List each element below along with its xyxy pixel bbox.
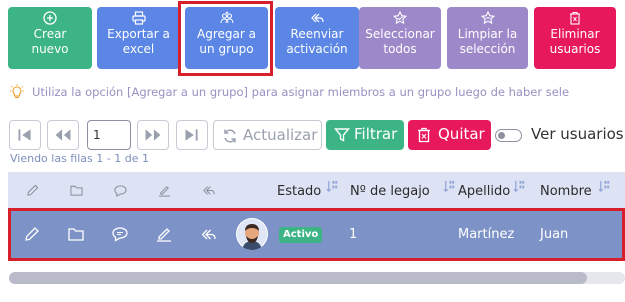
add-to-group-highlight: [178, 1, 273, 76]
hint-text: Utiliza la opción [Agregar a un grupo] p…: [32, 85, 570, 99]
trash-icon: [570, 11, 580, 25]
filter-icon: [334, 128, 350, 142]
sort-icon[interactable]: [443, 180, 456, 193]
trash-icon: [418, 127, 430, 143]
last-page-button[interactable]: [176, 120, 208, 150]
printer-icon: [131, 11, 146, 25]
toggle-knob: [498, 131, 505, 139]
show-users-toggle[interactable]: [495, 129, 522, 142]
delete-users-button[interactable]: Eliminar usuarios: [534, 7, 616, 69]
refresh-button[interactable]: Actualizar: [213, 120, 322, 150]
refresh-icon: [224, 129, 236, 143]
refresh-label: Actualizar: [243, 126, 318, 144]
delete-users-label: Eliminar usuarios: [549, 27, 601, 56]
filter-label: Filtrar: [354, 125, 398, 143]
folder-icon: [70, 185, 83, 196]
scrollbar-thumb[interactable]: [9, 272, 587, 284]
pencil-icon: [27, 184, 39, 196]
resend-activation-label: Reenviar activación: [286, 27, 348, 56]
plus-circle-icon: [43, 11, 57, 25]
lightbulb-icon: [10, 84, 24, 99]
first-page-icon: [18, 129, 31, 141]
select-all-button[interactable]: Seleccionar todos: [359, 7, 441, 69]
signature-icon: [158, 186, 171, 197]
create-new-button[interactable]: Crear nuevo: [8, 7, 92, 69]
reply-all-icon: [311, 13, 324, 23]
export-excel-label: Exportar a excel: [107, 27, 170, 56]
next-page-icon: [145, 129, 161, 141]
create-new-label: Crear nuevo: [31, 27, 69, 56]
table-header: Estado Nº de legajo Apellido Nombre: [8, 172, 625, 210]
filter-button[interactable]: Filtrar: [326, 120, 404, 150]
star-check-icon: [393, 11, 407, 25]
column-header-estado[interactable]: Estado: [277, 184, 321, 199]
star-minus-icon: [480, 11, 495, 25]
previous-page-icon: [55, 129, 71, 141]
export-excel-button[interactable]: Exportar a excel: [97, 7, 180, 69]
rows-info: Viendo las filas 1 - 1 de 1: [10, 152, 149, 165]
toolbar: Crear nuevo Exportar a excel Agregar a u…: [8, 7, 618, 71]
clear-selection-button[interactable]: Limpiar la selección: [447, 7, 528, 69]
page-number-input[interactable]: [87, 120, 131, 150]
first-page-button[interactable]: [9, 120, 41, 150]
select-all-label: Seleccionar todos: [365, 27, 435, 56]
column-header-nombre[interactable]: Nombre: [540, 184, 592, 199]
column-header-apellido[interactable]: Apellido: [458, 184, 510, 199]
row-highlight: [8, 208, 625, 261]
column-header-legajo[interactable]: Nº de legajo: [350, 184, 430, 199]
horizontal-scrollbar[interactable]: [9, 272, 625, 284]
last-page-icon: [185, 129, 198, 141]
remove-label: Quitar: [438, 125, 485, 143]
clear-selection-label: Limpiar la selección: [457, 27, 518, 56]
show-users-label: Ver usuarios e: [531, 125, 625, 143]
previous-page-button[interactable]: [47, 120, 79, 150]
sort-icon[interactable]: [513, 180, 526, 193]
sort-icon[interactable]: [326, 180, 339, 193]
next-page-button[interactable]: [137, 120, 169, 150]
sort-icon[interactable]: [598, 180, 611, 193]
remove-button[interactable]: Quitar: [408, 120, 491, 150]
reply-all-icon: [203, 186, 215, 195]
resend-activation-button[interactable]: Reenviar activación: [275, 7, 359, 69]
comment-icon: [114, 185, 127, 197]
